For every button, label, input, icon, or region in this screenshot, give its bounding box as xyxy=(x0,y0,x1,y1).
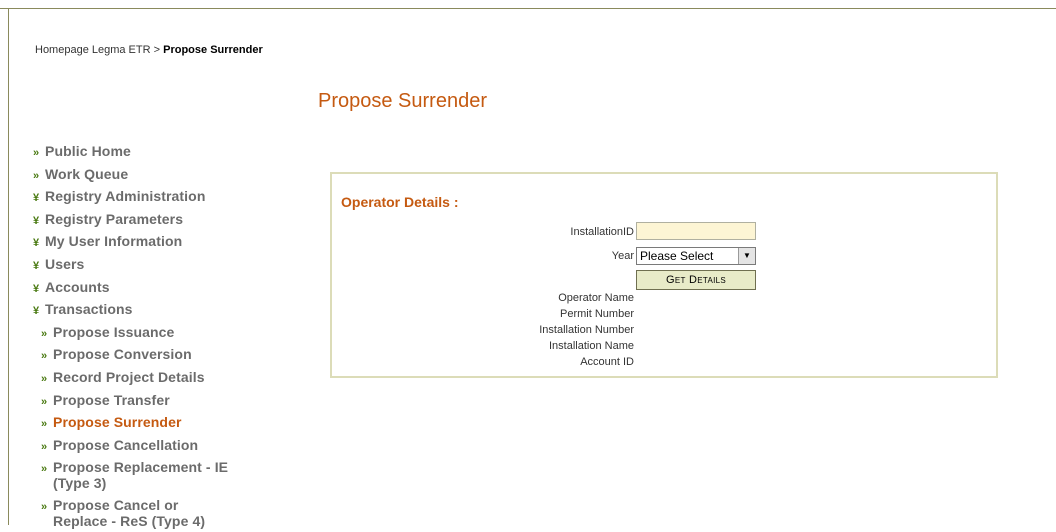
nav-item-label: Propose Transfer xyxy=(53,391,170,408)
year-label: Year xyxy=(611,250,634,262)
double-chevron-down-icon: ¥ xyxy=(33,282,40,295)
operator-name-label: Operator Name xyxy=(558,292,634,304)
nav-item-label: Accounts xyxy=(45,278,110,295)
account-id-label: Account ID xyxy=(580,356,634,368)
installation-number-label: Installation Number xyxy=(539,324,634,336)
double-chevron-down-icon: ¥ xyxy=(33,192,40,205)
nav-item-propose-cancellation[interactable]: » Propose Cancellation xyxy=(33,434,263,457)
nav-item-work-queue[interactable]: » Work Queue xyxy=(33,163,263,186)
double-chevron-right-icon: » xyxy=(41,418,48,431)
installation-id-label: InstallationID xyxy=(570,226,634,238)
permit-number-label: Permit Number xyxy=(560,308,634,320)
nav-item-label: Propose Issuance xyxy=(53,323,175,340)
nav-item-propose-surrender[interactable]: » Propose Surrender xyxy=(33,411,263,434)
nav-item-label: Public Home xyxy=(45,143,131,159)
nav-item-transactions[interactable]: ¥ Transactions xyxy=(33,298,263,321)
breadcrumb-current: Propose Surrender xyxy=(163,44,263,56)
breadcrumb: Homepage Legma ETR > Propose Surrender xyxy=(35,44,263,56)
double-chevron-right-icon: » xyxy=(33,147,40,159)
dropdown-arrow-icon[interactable]: ▼ xyxy=(738,248,755,264)
nav-item-label: Propose Surrender xyxy=(53,414,182,431)
double-chevron-down-icon: ¥ xyxy=(33,237,40,250)
nav-item-propose-transfer[interactable]: » Propose Transfer xyxy=(33,389,263,412)
operator-details-panel: Operator Details : InstallationID Year P… xyxy=(330,172,998,378)
sidebar-nav: » Public Home » Work Queue ¥ Registry Admin… xyxy=(33,140,263,532)
double-chevron-down-icon: ¥ xyxy=(33,214,40,227)
year-select-value: Please Select xyxy=(640,249,714,263)
nav-item-propose-cancel-or-replace[interactable]: » Propose Cancel or Replace - ReS (Type 4… xyxy=(33,494,263,532)
nav-item-registry-administration[interactable]: ¥ Registry Administration xyxy=(33,185,263,208)
double-chevron-right-icon: » xyxy=(41,440,48,453)
nav-item-my-user-information[interactable]: ¥ My User Information xyxy=(33,230,263,253)
nav-item-propose-issuance[interactable]: » Propose Issuance xyxy=(33,321,263,344)
year-select[interactable]: Please Select ▼ xyxy=(636,247,756,265)
installation-id-input[interactable] xyxy=(636,222,756,240)
nav-item-label: Transactions xyxy=(45,301,133,318)
double-chevron-right-icon: » xyxy=(41,395,48,408)
left-frame-border xyxy=(8,8,9,525)
installation-name-label: Installation Name xyxy=(549,340,634,352)
nav-item-users[interactable]: ¥ Users xyxy=(33,253,263,276)
nav-item-propose-conversion[interactable]: » Propose Conversion xyxy=(33,343,263,366)
nav-item-label: Users xyxy=(45,255,85,272)
double-chevron-right-icon: » xyxy=(41,372,48,385)
breadcrumb-separator: > xyxy=(153,44,161,56)
top-divider xyxy=(0,8,1056,9)
operator-details-heading: Operator Details : xyxy=(341,194,459,210)
double-chevron-right-icon: » xyxy=(41,350,48,363)
double-chevron-down-icon: ¥ xyxy=(33,259,40,272)
breadcrumb-home-link[interactable]: Homepage Legma ETR xyxy=(35,44,151,56)
double-chevron-right-icon: » xyxy=(41,327,48,340)
double-chevron-right-icon: » xyxy=(33,169,40,182)
nav-item-label: Propose Replacement - IE (Type 3) xyxy=(53,459,229,492)
nav-item-label: Record Project Details xyxy=(53,368,205,385)
nav-item-label: Registry Administration xyxy=(45,188,206,205)
nav-item-label: Work Queue xyxy=(45,165,129,182)
double-chevron-right-icon: » xyxy=(41,463,48,476)
double-chevron-down-icon: ¥ xyxy=(33,305,40,318)
page-title: Propose Surrender xyxy=(318,90,487,112)
nav-item-label: My User Information xyxy=(45,233,183,250)
nav-item-record-project-details[interactable]: » Record Project Details xyxy=(33,366,263,389)
nav-item-label: Propose Conversion xyxy=(53,346,192,363)
nav-item-accounts[interactable]: ¥ Accounts xyxy=(33,276,263,299)
get-details-button[interactable]: Get Details xyxy=(636,270,756,290)
nav-item-propose-replacement-ie[interactable]: » Propose Replacement - IE (Type 3) xyxy=(33,456,263,494)
nav-item-label: Registry Parameters xyxy=(45,210,184,227)
nav-item-registry-parameters[interactable]: ¥ Registry Parameters xyxy=(33,208,263,231)
nav-item-public-home[interactable]: » Public Home xyxy=(33,140,263,163)
nav-item-label: Propose Cancellation xyxy=(53,436,199,453)
double-chevron-right-icon: » xyxy=(41,501,48,514)
